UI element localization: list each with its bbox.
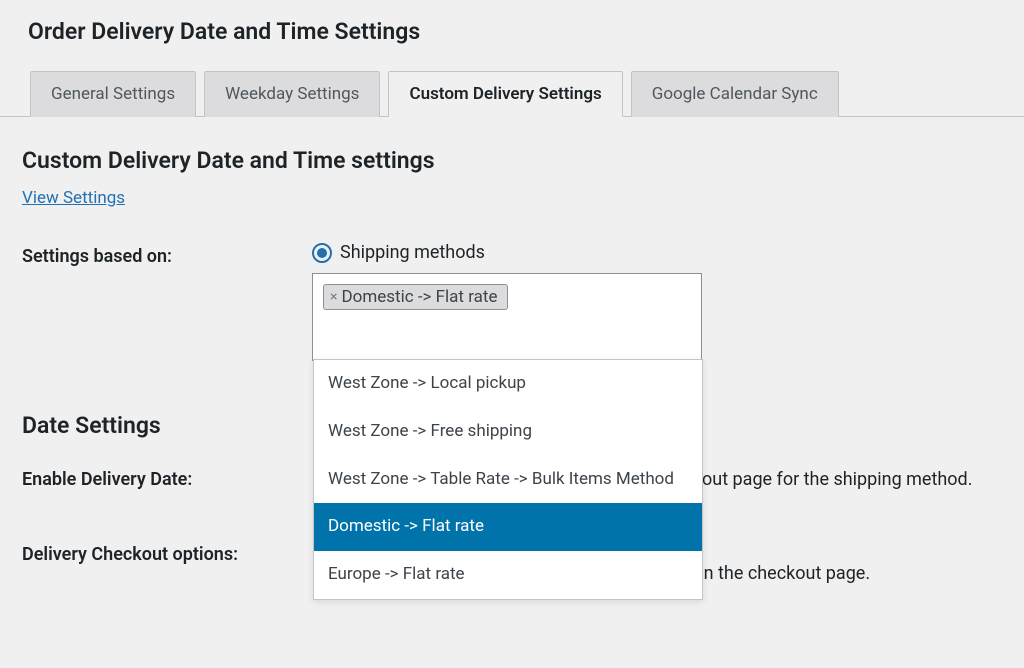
shipping-methods-radio-wrap: Shipping methods bbox=[312, 242, 1002, 263]
tabs-nav: General Settings Weekday Settings Custom… bbox=[0, 70, 1024, 117]
dropdown-option-europe-flat[interactable]: Europe -> Flat rate bbox=[314, 551, 702, 599]
delivery-checkout-options-label: Delivery Checkout options: bbox=[22, 540, 312, 565]
shipping-methods-radio-label: Shipping methods bbox=[340, 242, 485, 263]
dropdown-option-local-pickup[interactable]: West Zone -> Local pickup bbox=[314, 360, 702, 408]
dropdown-option-free-shipping[interactable]: West Zone -> Free shipping bbox=[314, 408, 702, 456]
selected-chip: × Domestic -> Flat rate bbox=[323, 284, 508, 310]
settings-based-on-row: Settings based on: Shipping methods × Do… bbox=[0, 236, 1024, 367]
tab-weekday-settings[interactable]: Weekday Settings bbox=[204, 71, 380, 117]
chip-remove-icon[interactable]: × bbox=[330, 289, 337, 305]
view-settings-link[interactable]: View Settings bbox=[22, 188, 125, 208]
tab-general-settings[interactable]: General Settings bbox=[30, 71, 196, 117]
settings-based-on-label: Settings based on: bbox=[22, 242, 312, 267]
page-title: Order Delivery Date and Time Settings bbox=[0, 0, 1024, 70]
dropdown-option-table-rate-bulk[interactable]: West Zone -> Table Rate -> Bulk Items Me… bbox=[314, 456, 702, 504]
tab-custom-delivery-settings[interactable]: Custom Delivery Settings bbox=[388, 71, 622, 117]
radio-selected-dot-icon bbox=[317, 248, 327, 258]
dropdown-option-domestic-flat[interactable]: Domestic -> Flat rate bbox=[314, 503, 702, 551]
shipping-methods-dropdown: West Zone -> Local pickup West Zone -> F… bbox=[313, 359, 703, 600]
section-title: Custom Delivery Date and Time settings bbox=[0, 117, 1024, 188]
settings-based-on-field: Shipping methods × Domestic -> Flat rate… bbox=[312, 242, 1002, 361]
enable-delivery-date-desc-tail: out page for the shipping method. bbox=[702, 469, 972, 490]
enable-delivery-date-label: Enable Delivery Date: bbox=[22, 465, 312, 490]
chip-label: Domestic -> Flat rate bbox=[341, 287, 497, 307]
tab-google-calendar-sync[interactable]: Google Calendar Sync bbox=[631, 71, 839, 117]
shipping-methods-radio[interactable] bbox=[312, 243, 332, 263]
shipping-methods-select[interactable]: × Domestic -> Flat rate West Zone -> Loc… bbox=[312, 273, 702, 361]
